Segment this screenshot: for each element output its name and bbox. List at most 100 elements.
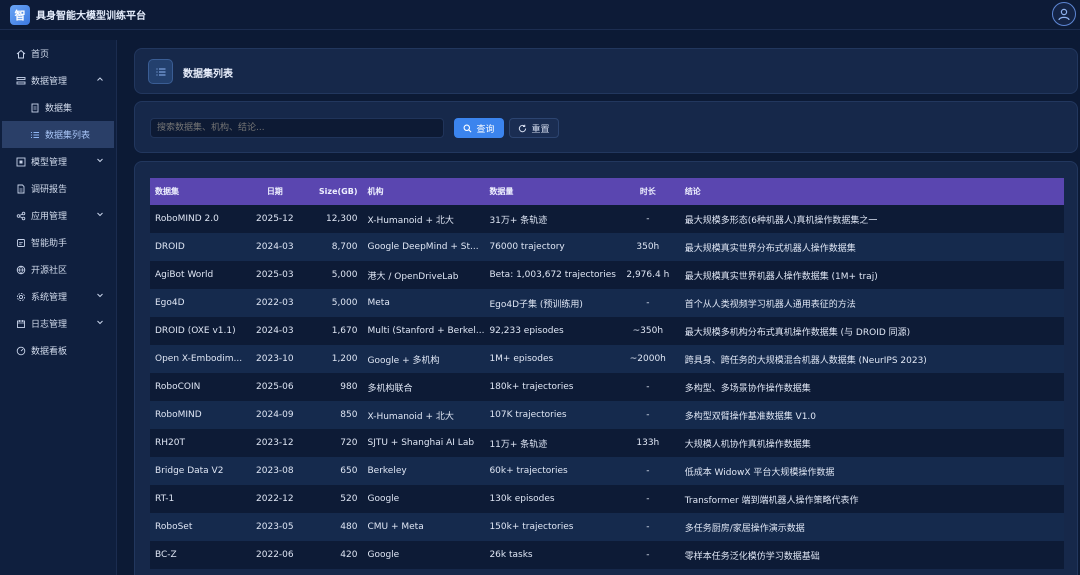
column-header-org[interactable]: 机构 [362, 178, 484, 205]
list-icon [29, 129, 41, 141]
cell-volume: 180k+ trajectories [489, 382, 574, 392]
cell-volume: 107K trajectories [489, 410, 567, 420]
cell-dataset: AgiBot World [155, 270, 214, 280]
document-icon [29, 102, 41, 114]
cell-duration: 350h [636, 242, 660, 252]
cell-conclusion: 多任务厨房/家居操作演示数据 [684, 523, 805, 534]
cell-org: Meta [367, 298, 390, 308]
table-row[interactable]: RoboMIND 2.0 2025-12 12,300 X-Humanoid + 北大… [150, 205, 1064, 233]
sidebar-item-research-report[interactable]: 调研报告 [0, 175, 116, 202]
cell-org: SJTU + Shanghai AI Lab [367, 438, 475, 448]
cell-conclusion: 多构型、多场景协作操作数据集 [684, 383, 811, 394]
sidebar-item-app-management[interactable]: 应用管理 [0, 202, 116, 229]
cell-dataset: BC-Z [155, 550, 177, 560]
cell-size: 980 [340, 382, 358, 392]
cell-size: 480 [340, 522, 358, 532]
cell-volume: 76000 trajectory [489, 242, 565, 252]
column-header-volume[interactable]: 数据量 [484, 178, 616, 205]
cell-size: 12,300 [325, 214, 358, 224]
cell-size: 8,700 [331, 242, 358, 252]
table-row[interactable]: RoboSet 2023-05 480 CMU + Meta 150k+ traject… [150, 513, 1064, 541]
table-row[interactable]: RT-1 2022-12 520 Google 130k episodes - Transf… [150, 485, 1064, 513]
cell-date: 2025-12 [256, 214, 294, 224]
sidebar-item-community[interactable]: 开源社区 [0, 256, 116, 283]
cell-duration: ~350h [632, 326, 664, 336]
table-row[interactable]: Ego4D 2022-03 5,000 Meta Ego4D子集 (预训练用) - 首个从人… [150, 289, 1064, 317]
cell-duration: - [646, 382, 650, 392]
table-row[interactable]: AgiBot World 2025-03 5,000 港大 / OpenDriveLa… [150, 261, 1064, 289]
cell-conclusion: 最大规模多形态(6种机器人)真机操作数据集之一 [684, 215, 878, 226]
cell-conclusion: 跨具身、跨任务的大规模混合机器人数据集 (NeurIPS 2023) [684, 355, 927, 366]
table-row[interactable]: DROID (OXE v1.1) 2024-03 1,670 Multi (Stanf… [150, 317, 1064, 345]
cell-duration: - [646, 298, 650, 308]
sidebar-item-data-management[interactable]: 数据管理 [0, 67, 116, 94]
cell-size: 5,000 [331, 298, 358, 308]
column-header-duration[interactable]: 时长 [616, 178, 680, 205]
cell-volume: 1M+ episodes [489, 354, 554, 364]
table-row[interactable]: Open X-Embodim... 2023-10 1,200 Google + 多机… [150, 345, 1064, 373]
cell-dataset: Bridge Data V2 [155, 466, 224, 476]
cell-duration: - [646, 522, 650, 532]
cell-date: 2024-03 [256, 326, 294, 336]
column-header-date[interactable]: 日期 [247, 178, 303, 205]
sidebar-item-datasets[interactable]: 数据集 [0, 94, 116, 121]
search-icon [464, 124, 472, 132]
table-row[interactable]: RoboCOIN 2025-06 980 多机构联合 180k+ trajectorie… [150, 373, 1064, 401]
cell-volume: Beta: 1,003,672 trajectories [489, 270, 616, 280]
cell-duration: - [646, 466, 650, 476]
cell-date: 2024-03 [256, 242, 294, 252]
cell-conclusion: Transformer 端到端机器人操作策略代表作 [684, 495, 859, 506]
home-icon [15, 48, 27, 60]
chevron-down-icon [96, 291, 104, 302]
sidebar-item-dashboard[interactable]: 数据看板 [0, 337, 116, 364]
cell-volume: 31万+ 条轨迹 [489, 215, 548, 226]
cell-size: 650 [340, 466, 358, 476]
sidebar-item-model-management[interactable]: 模型管理 [0, 148, 116, 175]
query-button[interactable]: 查询 [454, 118, 504, 138]
cell-date: 2023-08 [256, 466, 294, 476]
globe-icon [15, 264, 27, 276]
cell-duration: ~2000h [629, 354, 666, 364]
page-title-card: 数据集列表 [134, 48, 1078, 94]
cell-org: Berkeley [367, 466, 407, 476]
cell-conclusion: 多构型双臂操作基准数据集 V1.0 [684, 411, 817, 422]
cell-size: 1,670 [331, 326, 358, 336]
cell-dataset: DROID (OXE v1.1) [155, 326, 236, 336]
cell-date: 2023-10 [256, 354, 294, 364]
cell-date: 2025-03 [256, 270, 294, 280]
sidebar-item-label: 数据集 [45, 104, 73, 114]
table-row[interactable]: BC-Z 2022-06 420 Google 26k tasks - 零样本任务泛化模仿学… [150, 541, 1064, 569]
reset-button[interactable]: 重置 [509, 118, 559, 138]
column-header-conclusion[interactable]: 结论 [680, 178, 1064, 205]
sidebar-item-dataset-list[interactable]: 数据集列表 [2, 121, 114, 148]
cell-org: 港大 / OpenDriveLab [367, 271, 459, 282]
cell-date: 2023-05 [256, 522, 294, 532]
table-row[interactable]: RoboMIND 2024-09 850 X-Humanoid + 北大 107K tr… [150, 401, 1064, 429]
table-row[interactable]: Bridge Data V2 2023-08 650 Berkeley 60k+ tra… [150, 457, 1064, 485]
cell-date: 2022-06 [256, 550, 294, 560]
column-header-dataset[interactable]: 数据集 [150, 178, 247, 205]
table-row[interactable]: RH20T 2023-12 720 SJTU + Shanghai AI Lab 11万… [150, 429, 1064, 457]
table-row[interactable]: DROID 2024-03 8,700 Google DeepMind + St...… [150, 233, 1064, 261]
user-avatar-icon[interactable] [1052, 2, 1076, 26]
cell-org: X-Humanoid + 北大 [367, 411, 454, 422]
sidebar-item-assistant[interactable]: 智能助手 [0, 229, 116, 256]
chevron-up-icon [96, 75, 104, 86]
search-card: 查询 重置 [134, 101, 1078, 153]
assistant-icon [15, 237, 27, 249]
sidebar-item-label: 应用管理 [31, 212, 68, 222]
search-input[interactable] [150, 118, 444, 138]
cell-dataset: Open X-Embodim... [155, 354, 243, 364]
sidebar-item-label: 数据管理 [31, 77, 68, 87]
cell-duration: - [646, 410, 650, 420]
cell-conclusion: 大规模人机协作真机操作数据集 [684, 439, 811, 450]
sidebar: 首页 数据管理 数据集 数据集列表 模型管理 调研报告 应用管理 智能助手 开源… [0, 40, 117, 575]
sidebar-item-home[interactable]: 首页 [0, 40, 116, 67]
cell-conclusion: 零样本任务泛化模仿学习数据基础 [684, 551, 820, 562]
cell-date: 2025-06 [256, 382, 294, 392]
sidebar-item-log-management[interactable]: 日志管理 [0, 310, 116, 337]
column-header-size[interactable]: Size(GB) [303, 178, 363, 205]
sidebar-item-system-management[interactable]: 系统管理 [0, 283, 116, 310]
cell-dataset: DROID [155, 242, 185, 252]
sidebar-item-label: 系统管理 [31, 293, 68, 303]
